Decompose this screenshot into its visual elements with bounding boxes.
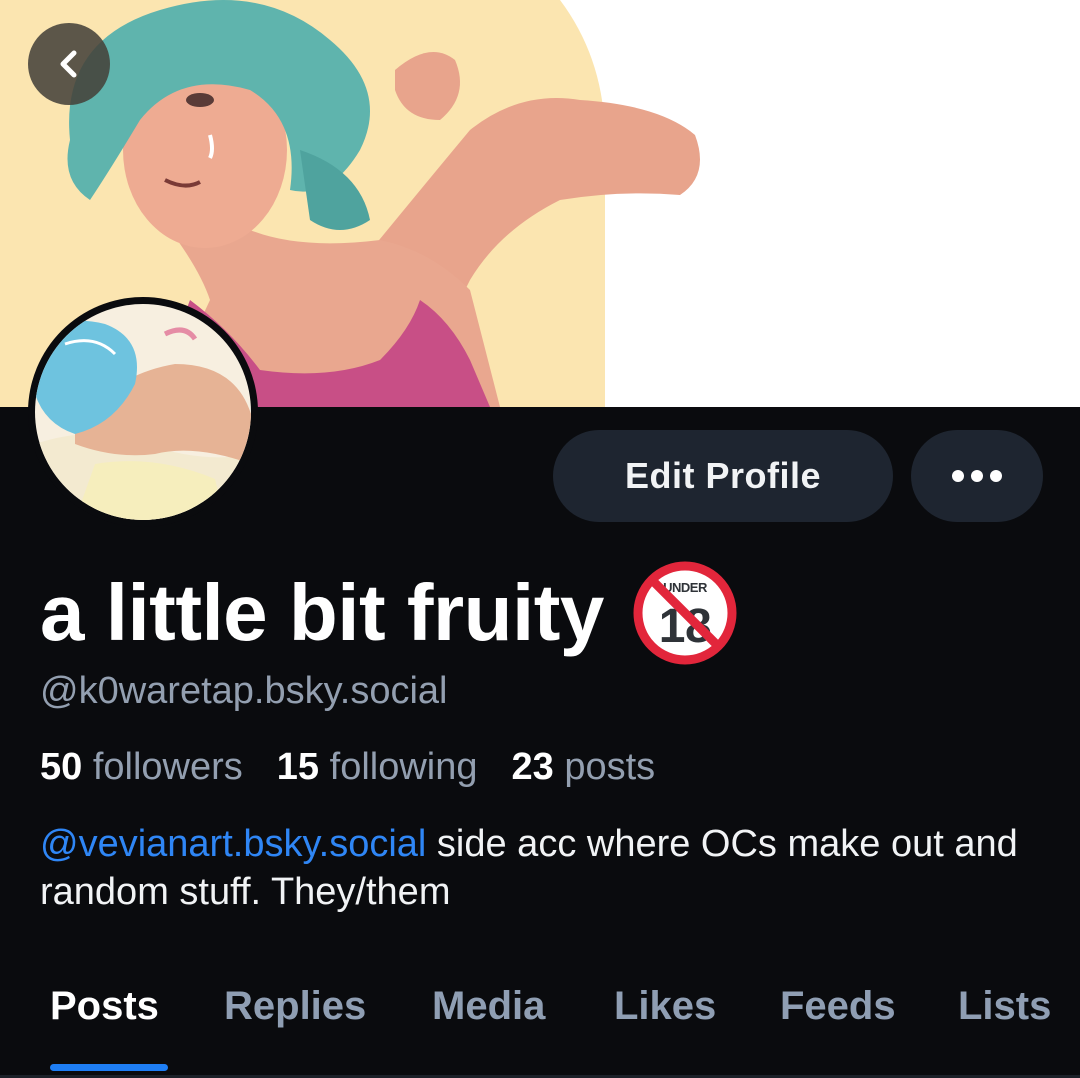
avatar-illustration [35, 304, 251, 520]
profile-handle: @k0waretap.bsky.social [40, 670, 448, 712]
back-button[interactable] [28, 23, 110, 105]
posts-count: 23 [511, 746, 554, 788]
display-name: a little bit fruity [40, 568, 604, 657]
avatar[interactable] [28, 297, 258, 527]
followers-count: 50 [40, 746, 83, 788]
posts-label: posts [564, 746, 656, 788]
tab-replies[interactable]: Replies [224, 984, 366, 1029]
ellipsis-icon [952, 470, 1002, 482]
profile-bio: @vevianart.bsky.social side acc where OC… [40, 820, 1040, 916]
tab-posts[interactable]: Posts [50, 984, 159, 1029]
posts-stat: 23 posts [512, 746, 656, 789]
following-label: following [329, 746, 478, 788]
more-options-button[interactable] [911, 430, 1043, 522]
followers-stat[interactable]: 50 followers [40, 746, 243, 789]
bio-mention-link[interactable]: @vevianart.bsky.social [40, 823, 426, 865]
active-tab-indicator [50, 1064, 168, 1071]
tab-likes[interactable]: Likes [614, 984, 716, 1029]
tab-media[interactable]: Media [432, 984, 545, 1029]
tab-lists[interactable]: Lists [958, 984, 1051, 1029]
following-stat[interactable]: 15 following [277, 746, 478, 789]
profile-stats: 50 followers 15 following 23 posts [40, 746, 655, 789]
no-under-18-icon: UNDER 18 [633, 561, 737, 665]
chevron-left-icon [60, 50, 77, 78]
display-name-row: a little bit fruity UNDER 18 [40, 561, 738, 665]
edit-profile-button[interactable]: Edit Profile [553, 430, 893, 522]
followers-label: followers [92, 746, 243, 788]
following-count: 15 [276, 746, 320, 788]
tab-feeds[interactable]: Feeds [780, 984, 896, 1029]
